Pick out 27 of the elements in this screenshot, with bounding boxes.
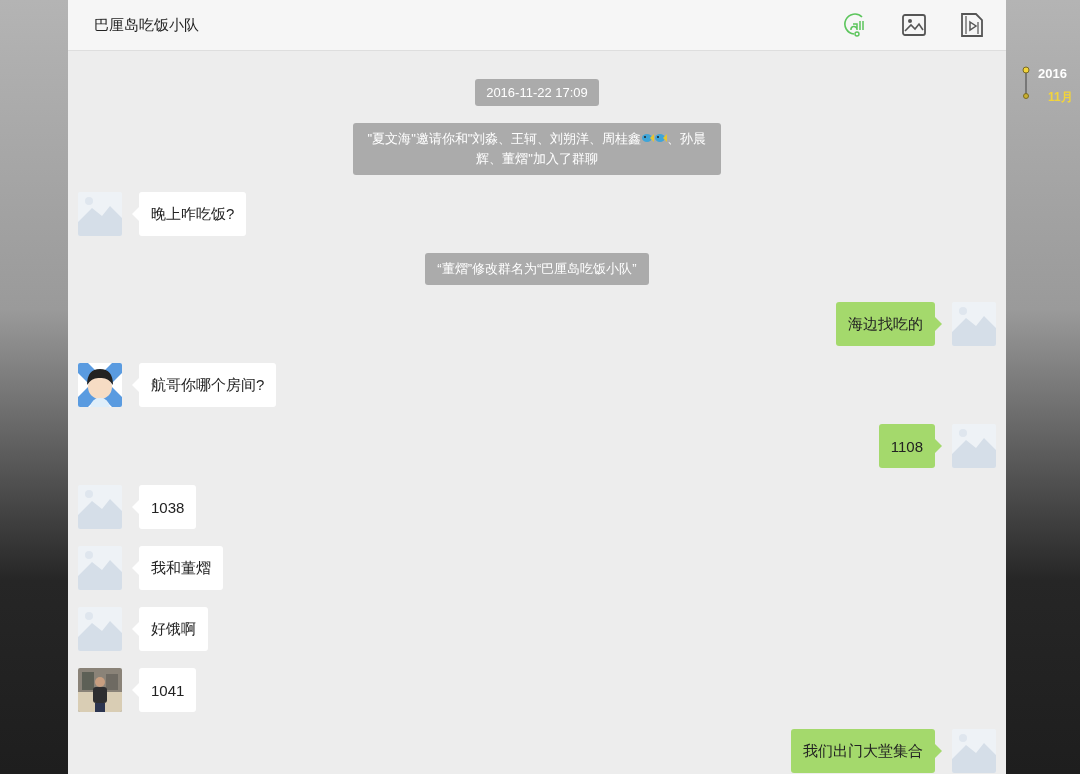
image-button[interactable] [900, 11, 928, 39]
timeline-icon [1022, 66, 1030, 100]
timestamp: 2016-11-22 17:09 [475, 79, 599, 106]
chat-title: 巴厘岛吃饭小队 [94, 15, 200, 35]
image-placeholder-icon [78, 485, 122, 529]
system-message: "夏文海"邀请你和"刘淼、王轲、刘朔洋、周桂鑫 、孙晨辉、董熠"加入了群聊 [353, 123, 721, 175]
image-placeholder-icon [952, 302, 996, 346]
message-bubble: 1041 [139, 668, 197, 712]
message-bubble: 晚上咋吃饭? [139, 192, 247, 236]
avatar-icon [78, 363, 122, 407]
fish-icon [641, 132, 655, 144]
message-bubble: 好饿啊 [139, 607, 208, 651]
video-button[interactable] [958, 11, 986, 39]
message-bubble: 1108 [878, 424, 935, 468]
message-bubble: 我和董熠 [139, 546, 223, 590]
message-bubble: 海边找吃的 [836, 302, 935, 346]
image-placeholder-icon [78, 546, 122, 590]
image-placeholder-icon [952, 424, 996, 468]
message-bubble: 我们出门大堂集合 [791, 729, 935, 773]
image-placeholder-icon [78, 607, 122, 651]
message-bubble: 航哥你哪个房间? [139, 363, 277, 407]
timeline-month[interactable]: 11月 [1048, 89, 1073, 106]
message-bubble: 1038 [139, 485, 197, 529]
fish-icon [654, 132, 668, 144]
system-message: “董熠”修改群名为“巴厘岛吃饭小队” [425, 253, 649, 285]
image-placeholder-icon [78, 192, 122, 236]
timeline-year[interactable]: 2016 [1038, 66, 1073, 81]
